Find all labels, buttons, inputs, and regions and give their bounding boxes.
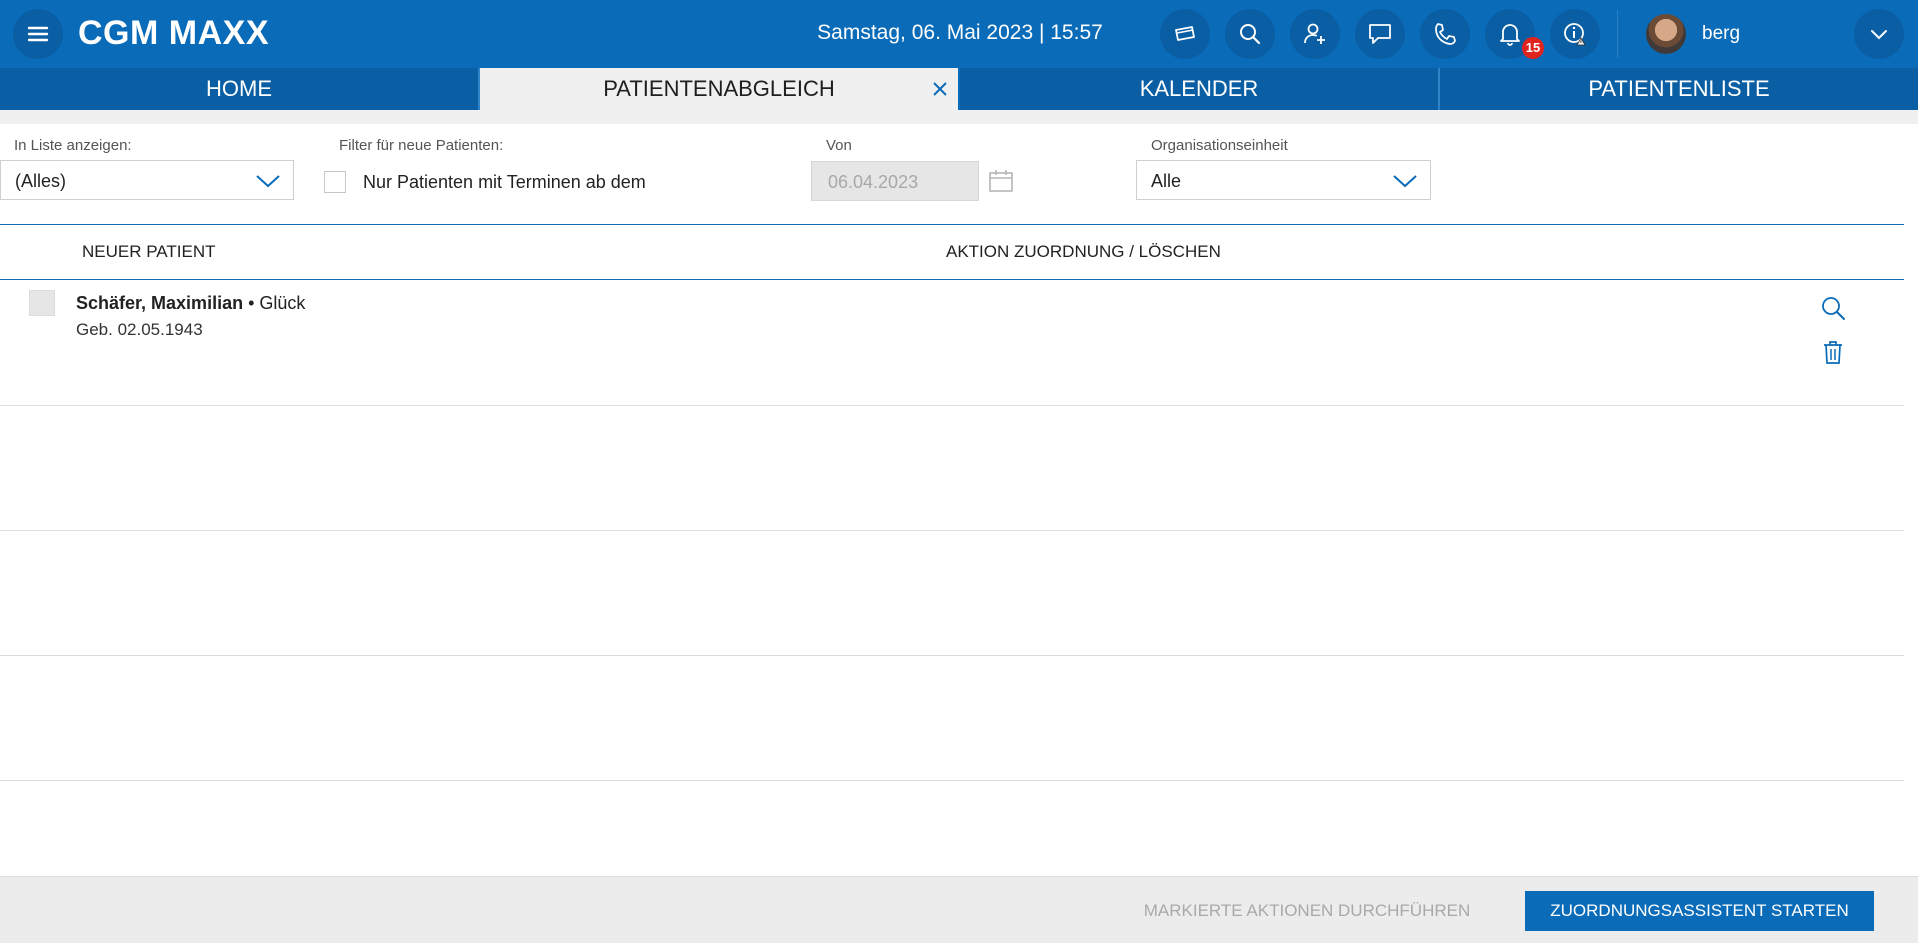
bell-icon — [1500, 24, 1520, 46]
row-checkbox[interactable] — [29, 290, 55, 316]
tab-home[interactable]: HOME — [0, 68, 478, 110]
show-in-list-select[interactable]: (Alles) — [0, 160, 294, 200]
user-menu-toggle[interactable] — [1854, 9, 1904, 59]
phone-icon — [1435, 23, 1456, 45]
from-date-input: 06.04.2023 — [811, 161, 979, 201]
column-header-action: AKTION ZUORDNUNG / LÖSCHEN — [946, 242, 1221, 261]
chat-button[interactable] — [1355, 9, 1405, 59]
row-divider — [0, 780, 1904, 781]
org-unit-select[interactable]: Alle — [1136, 160, 1431, 200]
row-divider — [0, 530, 1904, 531]
phone-button[interactable] — [1420, 9, 1470, 59]
search-button[interactable] — [1225, 9, 1275, 59]
card-button[interactable] — [1160, 9, 1210, 59]
menu-button[interactable] — [13, 9, 63, 59]
column-header-new-patient: NEUER PATIENT — [82, 242, 216, 261]
row-divider — [0, 655, 1904, 656]
show-in-list-label: In Liste anzeigen: — [14, 137, 132, 154]
add-patient-button[interactable] — [1290, 9, 1340, 59]
table-top-border — [0, 224, 1904, 225]
from-date-value: 06.04.2023 — [828, 172, 919, 192]
username: berg — [1702, 23, 1741, 44]
info-warning-icon — [1564, 23, 1586, 46]
search-icon[interactable] — [1819, 294, 1847, 322]
row-divider — [0, 405, 1904, 406]
new-patients-filter-label: Filter für neue Patienten: — [339, 137, 504, 154]
tab-patientenabgleich-label: PATIENTENABGLEICH — [603, 76, 835, 101]
app-logo: CGM MAXX — [78, 14, 269, 52]
tab-kalender[interactable]: KALENDER — [960, 68, 1438, 110]
card-icon — [1175, 26, 1195, 41]
tab-patientenliste[interactable]: PATIENTENLISTE — [1440, 68, 1918, 110]
avatar[interactable] — [1646, 14, 1686, 54]
patient-birthdate: Geb. 02.05.1943 — [76, 320, 203, 339]
execute-marked-actions-button[interactable]: MARKIERTE AKTIONEN DURCHFÜHREN — [1130, 901, 1484, 921]
current-datetime: Samstag, 06. Mai 2023 | 15:57 — [817, 21, 1103, 44]
search-icon — [1240, 24, 1261, 45]
chevron-down-icon — [1393, 175, 1417, 188]
table-header-border — [0, 279, 1904, 280]
topbar-divider — [1617, 10, 1618, 58]
appointments-filter-checkbox[interactable] — [324, 171, 346, 193]
chevron-down-icon — [256, 175, 280, 188]
chevron-down-icon — [1871, 30, 1887, 40]
org-unit-label: Organisationseinheit — [1151, 137, 1288, 154]
close-icon[interactable] — [930, 79, 950, 99]
info-button[interactable] — [1550, 9, 1600, 59]
appointments-filter-label: Nur Patienten mit Terminen ab dem — [363, 172, 646, 192]
chat-icon — [1369, 24, 1391, 44]
tab-patientenabgleich[interactable]: PATIENTENABGLEICH — [480, 68, 958, 110]
patient-extra: • Glück — [243, 293, 306, 313]
menu-icon — [27, 26, 49, 42]
show-in-list-value: (Alles) — [15, 171, 67, 191]
from-date-label: Von — [826, 137, 852, 154]
calendar-icon — [989, 170, 1013, 192]
tab-content-top — [0, 110, 1918, 124]
notification-badge: 15 — [1522, 37, 1544, 59]
trash-icon[interactable] — [1819, 338, 1847, 366]
patient-name[interactable]: Schäfer, Maximilian • Glück — [76, 293, 305, 314]
start-assignment-assistant-button[interactable]: ZUORDNUNGSASSISTENT STARTEN — [1525, 891, 1874, 931]
org-unit-value: Alle — [1151, 171, 1182, 191]
patient-name-text: Schäfer, Maximilian — [76, 293, 244, 313]
add-user-icon — [1304, 23, 1325, 44]
